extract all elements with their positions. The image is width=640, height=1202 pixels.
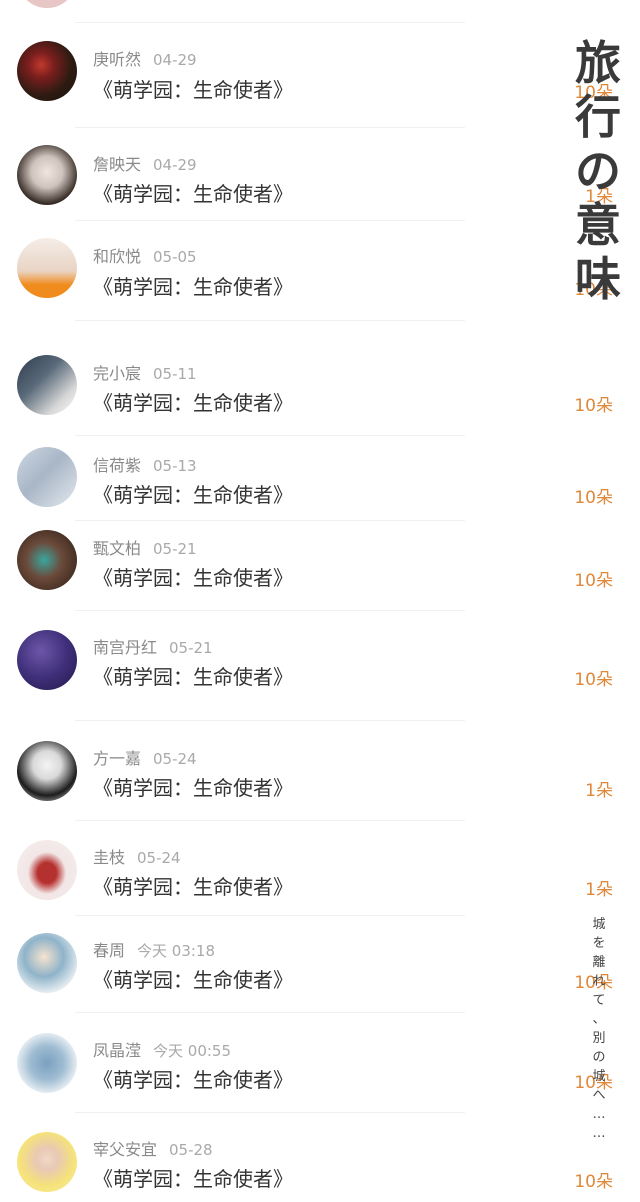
- list-item-name: 庚听然 04-29: [93, 46, 197, 70]
- divider: [75, 820, 465, 821]
- avatar[interactable]: [17, 447, 77, 507]
- divider: [75, 127, 465, 128]
- vertical-title-char: の: [575, 144, 623, 198]
- user-name: 凤晶滢: [93, 1041, 142, 1060]
- user-name: 圭枝: [93, 848, 126, 867]
- user-name: 和欣悦: [93, 247, 142, 266]
- date-label: 04-29: [153, 51, 197, 69]
- flower-count: 10朵: [574, 1172, 613, 1192]
- list-item-name: 甄文柏 05-21: [93, 535, 197, 559]
- date-label: 05-21: [169, 639, 213, 657]
- vertical-subtitle-char: 離: [592, 955, 606, 970]
- divider: [75, 1012, 465, 1013]
- vertical-subtitle-char: …: [592, 1126, 606, 1141]
- vertical-subtitle-char: 城: [592, 1069, 606, 1084]
- date-label: 05-24: [153, 750, 197, 768]
- divider: [75, 320, 465, 321]
- divider: [75, 520, 465, 521]
- date-label: 05-28: [169, 1141, 213, 1159]
- list-item-name: 春周 今天 03:18: [93, 937, 215, 961]
- list-item-name: 和欣悦 05-05: [93, 243, 197, 267]
- flower-count: 1朵: [585, 781, 613, 801]
- avatar[interactable]: [17, 1033, 77, 1093]
- user-name: 甄文柏: [93, 539, 142, 558]
- vertical-subtitle: 城 を 離 れ て 、 別 の 城 へ … …: [588, 915, 610, 1143]
- flower-count: 10朵: [574, 571, 613, 591]
- flower-count: 1朵: [585, 880, 613, 900]
- date-label: 05-05: [153, 248, 197, 266]
- list-item-name: 詹映天 04-29: [93, 151, 197, 175]
- user-name: 方一嘉: [93, 749, 142, 768]
- avatar[interactable]: [17, 1132, 77, 1192]
- avatar[interactable]: [17, 840, 77, 900]
- list-item-title[interactable]: 《萌学园：生命使者》: [93, 479, 293, 508]
- date-label: 05-13: [153, 457, 197, 475]
- avatar[interactable]: [17, 238, 77, 298]
- divider: [75, 915, 465, 916]
- flower-count: 10朵: [574, 396, 613, 416]
- divider: [75, 610, 465, 611]
- avatar[interactable]: [17, 41, 77, 101]
- avatar[interactable]: [17, 933, 77, 993]
- avatar[interactable]: [17, 741, 77, 801]
- divider: [75, 220, 465, 221]
- avatar[interactable]: [17, 630, 77, 690]
- vertical-title-char: 意: [575, 198, 623, 252]
- date-label: 今天 00:55: [153, 1042, 232, 1060]
- avatar[interactable]: [17, 145, 77, 205]
- flower-count: 10朵: [574, 670, 613, 690]
- list-item-name: 方一嘉 05-24: [93, 745, 197, 769]
- user-name: 詹映天: [93, 155, 142, 174]
- date-label: 04-29: [153, 156, 197, 174]
- flower-count: 10朵: [574, 488, 613, 508]
- vertical-subtitle-char: を: [592, 936, 606, 951]
- avatar[interactable]: [17, 0, 77, 8]
- list-item-title[interactable]: 《萌学园：生命使者》: [93, 661, 293, 690]
- list-item-title[interactable]: 《萌学园：生命使者》: [93, 387, 293, 416]
- vertical-title-char: 行: [575, 90, 623, 144]
- vertical-subtitle-char: 別: [592, 1031, 606, 1046]
- user-name: 南宫丹红: [93, 638, 158, 657]
- list-item-name: 南宫丹红 05-21: [93, 634, 213, 658]
- list-item-title[interactable]: 《萌学园：生命使者》: [93, 271, 293, 300]
- vertical-subtitle-char: 城: [592, 917, 606, 932]
- vertical-subtitle-char: の: [592, 1050, 606, 1065]
- user-name: 信荷紫: [93, 456, 142, 475]
- vertical-subtitle-char: へ: [592, 1088, 606, 1103]
- divider: [75, 720, 465, 721]
- list-item-title[interactable]: 《萌学园：生命使者》: [93, 178, 293, 207]
- divider: [75, 1112, 465, 1113]
- user-name: 庚听然: [93, 50, 142, 69]
- vertical-subtitle-char: 、: [592, 1012, 606, 1027]
- date-label: 05-21: [153, 540, 197, 558]
- vertical-title-char: 旅: [575, 36, 623, 90]
- user-name: 春周: [93, 941, 126, 960]
- vertical-title: 旅 行 の 意 味: [572, 36, 626, 306]
- list-item-title[interactable]: 《萌学园：生命使者》: [93, 772, 293, 801]
- list-item-name: 信荷紫 05-13: [93, 452, 197, 476]
- vertical-subtitle-char: れ: [592, 974, 606, 989]
- user-name: 完小宸: [93, 364, 142, 383]
- vertical-subtitle-char: …: [592, 1107, 606, 1122]
- list-item-name: 宰父安宜 05-28: [93, 1136, 213, 1160]
- divider: [75, 22, 465, 23]
- list-item-name: 凤晶滢 今天 00:55: [93, 1037, 231, 1061]
- avatar[interactable]: [17, 530, 77, 590]
- user-name: 宰父安宜: [93, 1140, 158, 1159]
- divider: [75, 435, 465, 436]
- list-item-title[interactable]: 《萌学园：生命使者》: [93, 1064, 293, 1093]
- avatar[interactable]: [17, 355, 77, 415]
- list-item-title[interactable]: 《萌学园：生命使者》: [93, 964, 293, 993]
- vertical-subtitle-char: て: [592, 993, 606, 1008]
- list-item-title[interactable]: 《萌学园：生命使者》: [93, 562, 293, 591]
- list-item-title[interactable]: 《萌学园：生命使者》: [93, 74, 293, 103]
- vertical-title-char: 味: [575, 252, 623, 306]
- date-label: 今天 03:18: [137, 942, 216, 960]
- list-item-title[interactable]: 《萌学园：生命使者》: [93, 871, 293, 900]
- date-label: 05-11: [153, 365, 197, 383]
- list-item-title[interactable]: 《萌学园：生命使者》: [93, 1163, 293, 1192]
- list-item-name: 圭枝 05-24: [93, 844, 181, 868]
- list-item-name: 完小宸 05-11: [93, 360, 197, 384]
- date-label: 05-24: [137, 849, 181, 867]
